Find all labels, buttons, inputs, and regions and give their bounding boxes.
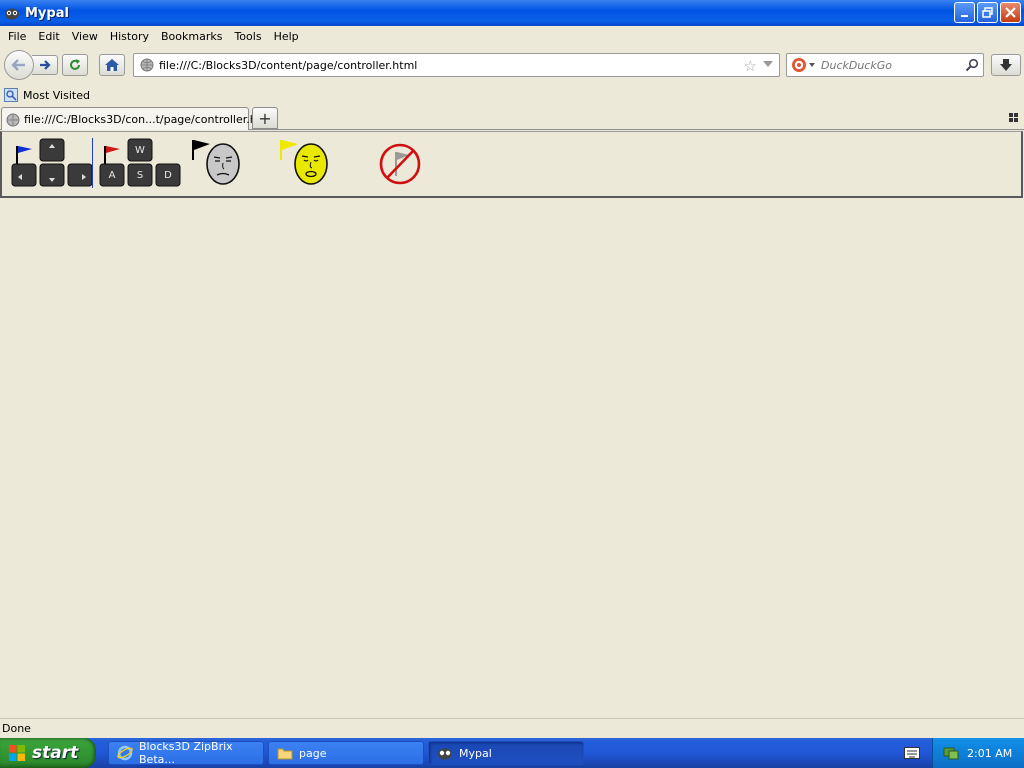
blue-flag-icon: [18, 146, 32, 153]
menu-view[interactable]: View: [66, 30, 104, 43]
menu-file[interactable]: File: [2, 30, 32, 43]
red-flag-icon: [106, 146, 120, 153]
key-d: D: [164, 170, 172, 181]
navigation-toolbar: ☆: [0, 46, 1024, 84]
tab-title: file:///C:/Blocks3D/con...t/page/control…: [24, 113, 275, 126]
menu-history[interactable]: History: [104, 30, 155, 43]
status-text: Done: [2, 722, 31, 735]
yellow-flag-icon: [282, 140, 298, 150]
taskbar: start Blocks3D ZipBrix Beta... page Mypa…: [0, 738, 1024, 768]
home-icon: [105, 59, 119, 71]
folder-icon: [277, 746, 293, 760]
menu-edit[interactable]: Edit: [32, 30, 65, 43]
back-arrow-icon: [11, 59, 25, 71]
bookmarks-toolbar: Most Visited: [0, 84, 1024, 106]
mypal-taskbar-icon: [437, 746, 453, 760]
reload-icon: [70, 59, 80, 70]
red-player-wasd-keys[interactable]: W A S D: [98, 136, 182, 191]
home-button[interactable]: [99, 54, 125, 76]
controller-bar: W A S D: [0, 131, 1023, 198]
yellow-face-icon: [294, 143, 328, 185]
bookmark-star-icon[interactable]: ☆: [744, 57, 757, 75]
no-player-sign[interactable]: [378, 136, 424, 191]
key-s: S: [137, 170, 143, 181]
black-player-bot-face[interactable]: [190, 136, 246, 191]
all-tabs-icon[interactable]: [1009, 113, 1018, 122]
clock[interactable]: 2:01 AM: [967, 747, 1012, 760]
start-label: start: [32, 743, 79, 763]
taskbar-item-label: Blocks3D ZipBrix Beta...: [139, 740, 233, 766]
most-visited-folder-icon: [4, 88, 18, 102]
globe-icon: [140, 58, 154, 72]
title-bar: Mypal: [0, 0, 1024, 26]
taskbar-item-page[interactable]: page: [268, 741, 424, 765]
menu-bar: File Edit View History Bookmarks Tools H…: [0, 26, 1024, 46]
window-title: Mypal: [25, 5, 69, 21]
menu-bookmarks[interactable]: Bookmarks: [155, 30, 228, 43]
system-tray: 2:01 AM: [932, 738, 1024, 768]
page-content: W A S D: [0, 130, 1024, 718]
tab-globe-icon: [6, 113, 20, 127]
menu-help[interactable]: Help: [268, 30, 305, 43]
new-tab-button[interactable]: +: [252, 107, 278, 129]
forward-arrow-icon: [39, 60, 51, 70]
close-button[interactable]: [1000, 2, 1021, 23]
network-tray-icon[interactable]: [943, 745, 959, 761]
download-arrow-icon: [1000, 59, 1012, 71]
internet-explorer-icon: [117, 745, 133, 761]
windows-logo-icon: [8, 744, 26, 762]
key-a: A: [109, 170, 116, 181]
blue-separator: [92, 138, 93, 188]
taskbar-item-label: Mypal: [459, 746, 492, 760]
reload-button[interactable]: [62, 54, 88, 76]
minimize-button[interactable]: [954, 2, 975, 23]
search-input[interactable]: [821, 58, 961, 72]
blue-player-arrow-keys[interactable]: [10, 136, 94, 191]
search-engine-dropdown-icon[interactable]: [809, 63, 815, 67]
url-history-dropdown-icon[interactable]: [763, 61, 773, 67]
search-icon[interactable]: [965, 58, 979, 72]
black-flag-icon: [194, 140, 210, 150]
status-bar: Done: [0, 718, 1024, 738]
start-button[interactable]: start: [0, 738, 96, 768]
forward-button[interactable]: [32, 55, 58, 75]
restore-button[interactable]: [977, 2, 998, 23]
duckduckgo-icon[interactable]: [791, 57, 807, 73]
key-w: W: [135, 145, 145, 156]
mypal-app-icon: [4, 5, 20, 21]
yellow-player-bot-face[interactable]: [278, 136, 334, 191]
url-input[interactable]: [159, 58, 719, 72]
address-bar[interactable]: ☆: [133, 53, 780, 77]
downloads-button[interactable]: [991, 54, 1021, 76]
keyboard-language-icon[interactable]: [904, 747, 920, 759]
search-bar[interactable]: [786, 53, 984, 77]
taskbar-item-blocks3d[interactable]: Blocks3D ZipBrix Beta...: [108, 740, 264, 766]
tab-controller[interactable]: file:///C:/Blocks3D/con...t/page/control…: [1, 107, 275, 131]
back-button[interactable]: [4, 50, 34, 80]
menu-tools[interactable]: Tools: [228, 30, 267, 43]
most-visited-bookmark[interactable]: Most Visited: [23, 89, 90, 102]
taskbar-item-label: page: [299, 746, 327, 760]
tab-strip: file:///C:/Blocks3D/con...t/page/control…: [0, 106, 1024, 131]
taskbar-item-mypal[interactable]: Mypal: [428, 741, 584, 765]
